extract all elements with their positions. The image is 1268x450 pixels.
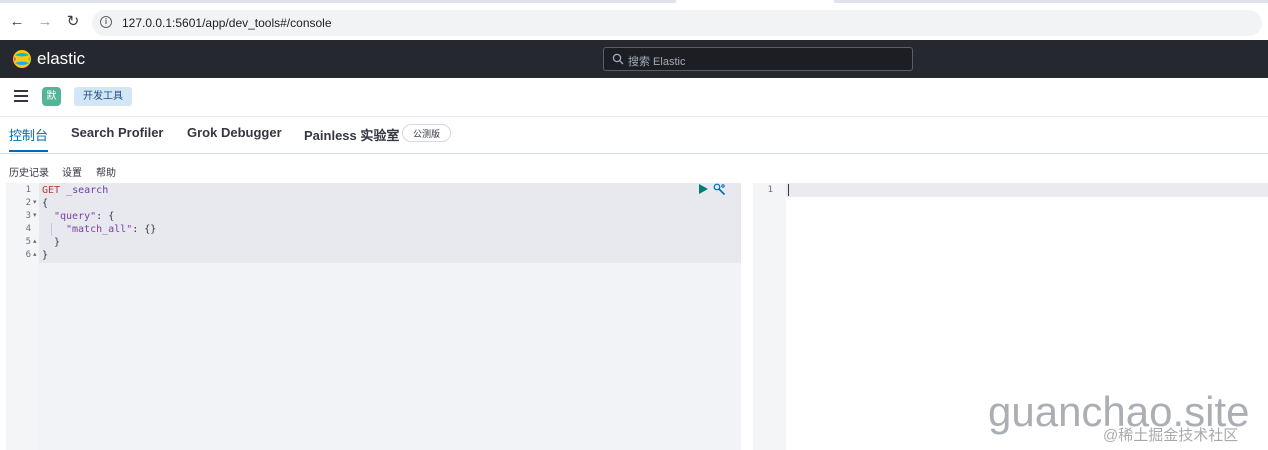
arrow-right-icon: → bbox=[37, 13, 53, 30]
history-link[interactable]: 历史记录 bbox=[9, 164, 49, 179]
request-code-area[interactable]: GET _search { "query": { "match_all": {}… bbox=[39, 183, 741, 450]
back-button[interactable]: ← bbox=[8, 13, 26, 31]
beta-badge: 公测版 bbox=[402, 124, 452, 142]
request-editor-gutter: 1 2 ▾ 3 ▾ 4 5 ▴ 6 ▴ bbox=[6, 183, 39, 450]
space-avatar[interactable]: 默 bbox=[42, 87, 61, 106]
line-number: 4 bbox=[25, 224, 31, 234]
active-line-highlight bbox=[753, 183, 1268, 197]
line-number: 3 bbox=[25, 211, 31, 221]
url-text: 127.0.0.1:5601/app/dev_tools#/console bbox=[122, 16, 332, 30]
line-number: 1 bbox=[767, 185, 773, 195]
browser-active-tab-edge bbox=[676, 0, 834, 3]
response-gutter: 1 bbox=[753, 183, 786, 450]
settings-link[interactable]: 设置 bbox=[62, 164, 82, 179]
request-editor[interactable]: 1 2 ▾ 3 ▾ 4 5 ▴ 6 ▴ GET _search { "query… bbox=[6, 183, 741, 450]
arrow-left-icon: ← bbox=[9, 13, 25, 30]
editor-resize-divider[interactable] bbox=[741, 183, 753, 450]
address-bar[interactable]: i 127.0.0.1:5601/app/dev_tools#/console bbox=[92, 10, 1262, 36]
help-link[interactable]: 帮助 bbox=[96, 164, 116, 179]
indent-guide bbox=[51, 223, 52, 236]
line-number: 2 bbox=[25, 198, 31, 208]
code-line: } bbox=[54, 237, 61, 248]
global-search-input[interactable]: 搜索 Elastic bbox=[603, 47, 913, 71]
kibana-header: elastic 搜索 Elastic bbox=[0, 40, 1268, 78]
code-line: "query": { bbox=[54, 211, 115, 222]
fold-toggle-icon[interactable]: ▾ bbox=[33, 211, 37, 219]
fold-toggle-icon[interactable]: ▾ bbox=[33, 198, 37, 206]
code-line: GET _search bbox=[42, 185, 109, 196]
code-line: "match_all": {} bbox=[66, 224, 157, 235]
line-number: 5 bbox=[25, 237, 31, 247]
tab-grok-debugger[interactable]: Grok Debugger bbox=[187, 125, 282, 152]
reload-button[interactable]: ↻ bbox=[64, 13, 82, 31]
tab-painless-lab[interactable]: Painless 实验室 bbox=[304, 125, 399, 152]
reload-icon: ↻ bbox=[66, 13, 80, 30]
dev-tools-tabs: 控制台 Search Profiler Grok Debugger Painle… bbox=[0, 116, 1268, 154]
logo-text[interactable]: elastic bbox=[37, 49, 85, 69]
code-line: { bbox=[42, 198, 49, 209]
line-number: 6 bbox=[25, 250, 31, 260]
text-cursor bbox=[788, 184, 789, 196]
play-icon[interactable] bbox=[698, 183, 709, 195]
code-line: } bbox=[42, 250, 49, 261]
search-icon bbox=[612, 53, 624, 65]
wrench-icon[interactable] bbox=[713, 183, 726, 196]
search-placeholder: 搜索 Elastic bbox=[628, 56, 686, 68]
fold-toggle-icon[interactable]: ▴ bbox=[33, 237, 37, 245]
watermark-subtext: @稀土掘金技术社区 bbox=[1103, 427, 1239, 444]
forward-button[interactable]: → bbox=[36, 13, 54, 31]
breadcrumb-bar: 默 开发工具 bbox=[0, 78, 1268, 117]
elastic-logo-icon[interactable] bbox=[12, 49, 32, 69]
tab-search-profiler[interactable]: Search Profiler bbox=[71, 125, 164, 152]
browser-toolbar: ← → ↻ i 127.0.0.1:5601/app/dev_tools#/co… bbox=[0, 0, 1268, 40]
line-number: 1 bbox=[25, 185, 31, 195]
fold-toggle-icon[interactable]: ▴ bbox=[33, 250, 37, 258]
site-info-icon[interactable]: i bbox=[100, 16, 112, 28]
menu-toggle-icon[interactable] bbox=[14, 90, 28, 102]
breadcrumb-current: 开发工具 bbox=[74, 87, 132, 106]
tab-console[interactable]: 控制台 bbox=[9, 125, 49, 152]
